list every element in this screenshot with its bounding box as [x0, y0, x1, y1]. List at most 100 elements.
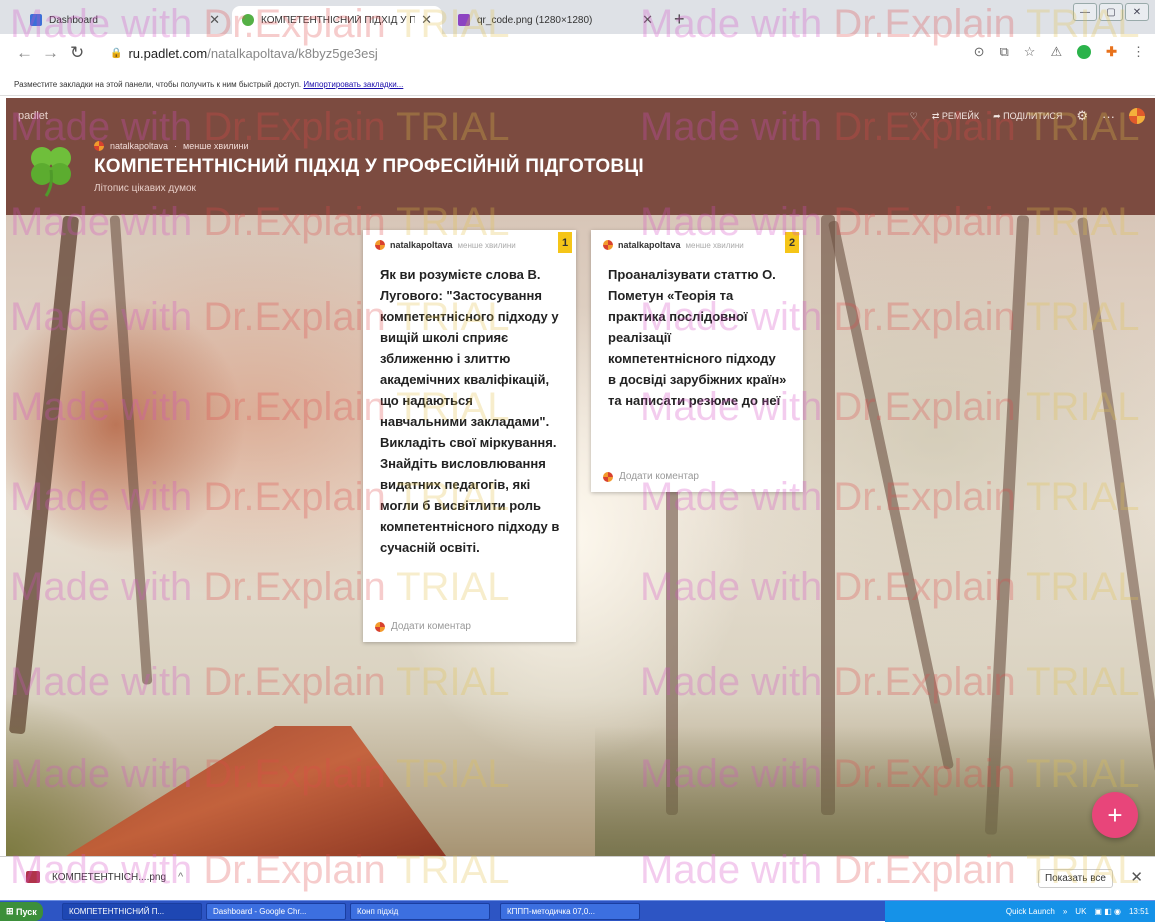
padlet-header: padlet ♡ ⇄ РЕМЕЙК ➦ ПОДІЛИТИСЯ ⚙ ··· nat… — [6, 98, 1155, 215]
taskbar-item-label: Конп підхід — [357, 907, 399, 916]
adblock-icon[interactable] — [1077, 45, 1092, 59]
maximize-icon[interactable]: ▢ — [1099, 3, 1123, 21]
padlet-logo[interactable]: padlet — [18, 110, 48, 122]
expand-tray-icon[interactable]: » — [1063, 907, 1067, 916]
system-tray: Quick Launch » UK ▣ ◧ ◉ 13:51 — [885, 901, 1155, 922]
start-button[interactable]: ⊞ Пуск — [0, 902, 43, 921]
padlet-time: менше хвилини — [183, 141, 249, 151]
clock: 13:51 — [1128, 907, 1149, 916]
taskbar-item-label: КППП-методичка 07,0... — [507, 907, 595, 916]
lock-icon: 🔒 — [110, 47, 123, 59]
extension-icon[interactable]: ⚠ — [1050, 44, 1062, 60]
author-avatar — [94, 141, 104, 151]
post-time: менше хвилини — [457, 240, 516, 250]
minimize-icon[interactable]: — — [1073, 3, 1097, 21]
remake-label: РЕМЕЙК — [941, 110, 980, 121]
tab-title: Dashboard — [49, 14, 98, 26]
bookmarks-hint: Разместите закладки на этой панели, чтоб… — [14, 80, 302, 89]
post-body: Проаналізувати статтю О. Пометун «Теорія… — [608, 267, 787, 408]
more-dots-icon[interactable]: ··· — [1102, 109, 1115, 124]
post-body: Як ви розумієте слова В. Лугового: "Заст… — [380, 267, 560, 555]
reload-icon[interactable]: ↻ — [70, 43, 84, 63]
show-all-button[interactable]: Показать все — [1037, 869, 1113, 888]
taskbar-item[interactable]: КОМПЕТЕНТНІСНИЙ П... — [62, 903, 202, 920]
post-card[interactable]: natalkapoltava менше хвилини 2 Проаналіз… — [591, 230, 803, 492]
commenter-avatar — [603, 471, 613, 482]
commenter-avatar — [375, 621, 385, 632]
back-arrow-icon[interactable]: ← — [16, 43, 33, 63]
post-header: natalkapoltava менше хвилини — [363, 230, 576, 250]
share-button[interactable]: ➦ ПОДІЛИТИСЯ — [993, 111, 1062, 122]
post-time: менше хвилини — [685, 240, 744, 250]
close-tab-icon[interactable]: ✕ — [421, 12, 432, 28]
header-actions: ♡ ⇄ РЕМЕЙК ➦ ПОДІЛИТИСЯ ⚙ ··· — [910, 108, 1145, 124]
padlet-meta: natalkapoltava · менше хвилини — [94, 141, 249, 151]
address-bar[interactable]: 🔒 ru.padlet.com/natalkapoltava/k8byz5ge3… — [110, 42, 930, 64]
taskbar-item[interactable]: КППП-методичка 07,0... — [500, 903, 640, 920]
forward-arrow-icon[interactable]: → — [42, 43, 59, 63]
post-author: natalkapoltava — [618, 240, 681, 250]
add-comment-button[interactable]: Додати коментар — [591, 471, 711, 482]
menu-dots-icon[interactable]: ⋮ — [1132, 44, 1145, 60]
background-tree — [1077, 217, 1155, 773]
padlet-subtitle: Літопис цікавих думок — [94, 183, 196, 194]
download-bar: КОМПЕТЕНТНІСН....png ^ Показать все ✕ — [0, 856, 1155, 900]
author-avatar — [603, 240, 613, 250]
padlet-author[interactable]: natalkapoltava — [110, 141, 168, 151]
clover-icon — [31, 147, 71, 197]
heart-icon[interactable]: ♡ — [910, 111, 918, 122]
new-tab-button[interactable]: + — [674, 9, 685, 30]
extension-icons: ⊙ ⧉ ☆ ⚠ ✚ ⋮ — [974, 44, 1145, 60]
location-icon[interactable]: ⊙ — [974, 44, 985, 60]
user-avatar[interactable] — [1129, 108, 1145, 124]
background-grass — [595, 726, 1155, 856]
background-tree — [821, 215, 835, 815]
post-number-badge: 1 — [558, 232, 572, 253]
padlet-title: КОМПЕТЕНТНІСНИЙ ПІДХІД У ПРОФЕСІЙНІЙ ПІД… — [94, 156, 644, 177]
taskbar-item-label: КОМПЕТЕНТНІСНИЙ П... — [69, 907, 165, 916]
tab-dashboard[interactable]: Dashboard ✕ — [20, 6, 230, 34]
image-favicon-icon — [458, 14, 470, 26]
browser-tab-strip: Dashboard ✕ КОМПЕТЕНТНІСНИЙ ПІДХІД У ПРО… — [0, 0, 1155, 34]
language-indicator[interactable]: UK — [1075, 907, 1086, 916]
browser-toolbar: ← → ↻ 🔒 ru.padlet.com/natalkapoltava/k8b… — [0, 34, 1155, 74]
clover-favicon-icon — [242, 14, 254, 26]
download-filename: КОМПЕТЕНТНІСН....png — [52, 871, 167, 883]
download-item[interactable]: КОМПЕТЕНТНІСН....png ^ — [26, 871, 183, 883]
quick-launch-label[interactable]: Quick Launch — [1006, 907, 1055, 916]
chevron-up-icon[interactable]: ^ — [178, 871, 183, 883]
settings-gear-icon[interactable]: ⚙ — [1076, 108, 1088, 124]
taskbar-item[interactable]: Конп підхід — [350, 903, 490, 920]
import-bookmarks-link[interactable]: Импортировать закладки... — [303, 80, 403, 89]
url-host: ru.padlet.com — [128, 45, 208, 61]
close-tab-icon[interactable]: ✕ — [209, 12, 220, 28]
windows-taskbar: ⊞ Пуск КОМПЕТЕНТНІСНИЙ П... Dashboard - … — [0, 900, 1155, 922]
close-tab-icon[interactable]: ✕ — [642, 12, 653, 28]
bookmarks-bar: Разместите закладки на этой панели, чтоб… — [0, 74, 1155, 96]
remake-button[interactable]: ⇄ РЕМЕЙК — [932, 111, 979, 122]
padlet-extension-icon[interactable]: ✚ — [1106, 44, 1117, 60]
author-avatar — [375, 240, 385, 250]
image-file-icon — [26, 871, 40, 883]
close-window-icon[interactable]: ✕ — [1125, 3, 1149, 21]
translate-icon[interactable]: ⧉ — [999, 44, 1008, 60]
url-path: /natalkapoltava/k8byz5ge3esj — [207, 45, 378, 61]
bookmark-star-icon[interactable]: ☆ — [1024, 44, 1036, 60]
tab-qr-code[interactable]: qr_code.png (1280×1280) ✕ — [448, 6, 663, 34]
start-label: Пуск — [16, 906, 37, 917]
post-header: natalkapoltava менше хвилини — [591, 230, 803, 250]
padlet-wall — [6, 215, 1155, 856]
share-label: ПОДІЛИТИСЯ — [1003, 110, 1063, 121]
post-card[interactable]: natalkapoltava менше хвилини 1 Як ви роз… — [363, 230, 576, 642]
add-comment-button[interactable]: Додати коментар — [363, 621, 483, 632]
taskbar-item[interactable]: Dashboard - Google Chr... — [206, 903, 346, 920]
background-tree — [827, 220, 955, 770]
add-post-button[interactable]: + — [1092, 792, 1138, 838]
post-number-badge: 2 — [785, 232, 799, 253]
close-icon[interactable]: ✕ — [1130, 868, 1143, 886]
dashboard-favicon-icon — [30, 14, 42, 26]
tab-padlet[interactable]: КОМПЕТЕНТНІСНИЙ ПІДХІД У ПРО ✕ — [232, 6, 442, 34]
tab-title: qr_code.png (1280×1280) — [477, 14, 593, 26]
window-controls: — ▢ ✕ — [1073, 3, 1149, 21]
tray-icons[interactable]: ▣ ◧ ◉ — [1094, 907, 1121, 916]
